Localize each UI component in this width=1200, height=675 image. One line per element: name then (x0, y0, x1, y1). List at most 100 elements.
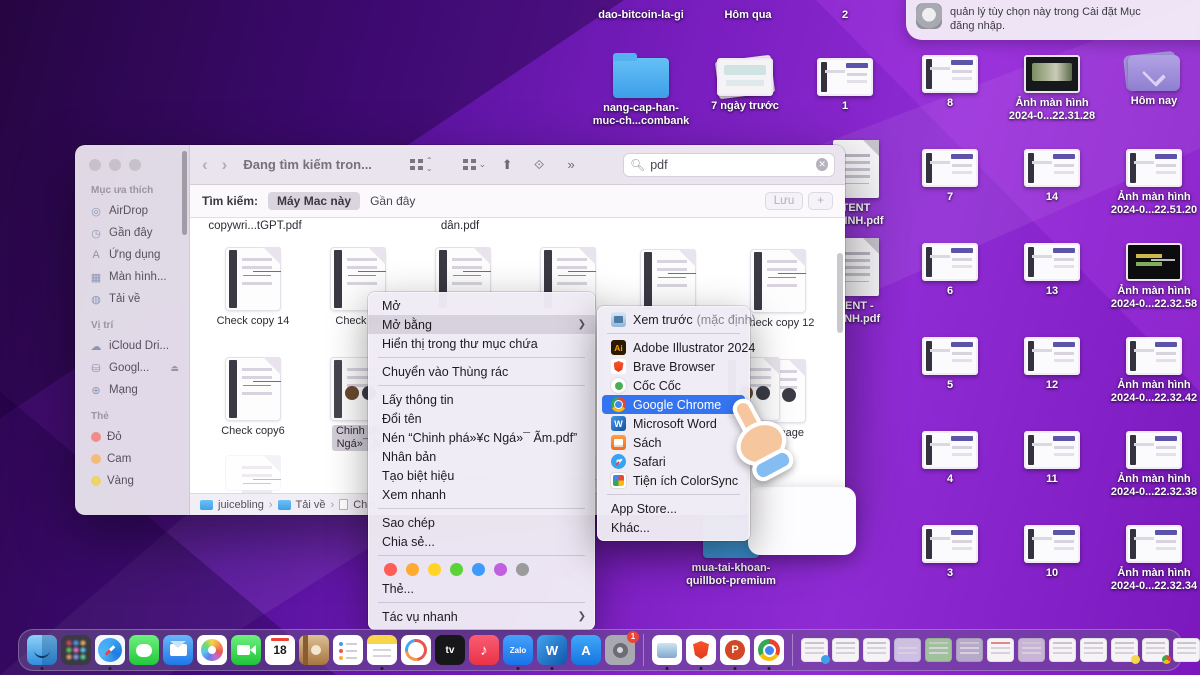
desktop-icon-file-10[interactable]: 10 (996, 525, 1108, 580)
tag-icon[interactable]: ⟐ (528, 157, 550, 173)
forward-icon[interactable]: › (220, 155, 230, 175)
dock-minimized-window[interactable] (1111, 638, 1138, 662)
dock-app-zalo[interactable]: Zalo (503, 635, 533, 665)
tag-dot[interactable] (516, 563, 529, 576)
dock-app-fitness[interactable] (401, 635, 431, 665)
desktop-icon-anh-22-31-28[interactable]: Ảnh màn hình 2024-0...22.31.28 (996, 55, 1108, 123)
search-field[interactable]: 🔍︎ ✕ (623, 153, 835, 177)
file-item[interactable] (618, 250, 718, 312)
dock-app-calendar[interactable]: 18 (265, 635, 295, 665)
view-mode-control[interactable]: ⌃⌄ (410, 157, 433, 173)
dock-app-finder[interactable] (27, 635, 57, 665)
sidebar-item-cloud[interactable]: ☁iCloud Dri... (89, 335, 189, 357)
context-menu-item[interactable]: Sao chép (368, 513, 595, 532)
desktop-icon-file-6[interactable]: 6 (894, 243, 1006, 298)
desktop-icon-file-7[interactable]: 7 (894, 149, 1006, 204)
more-toolbar-icon[interactable]: » (560, 157, 582, 172)
sidebar-item-airdrop[interactable]: ◎AirDrop (89, 200, 189, 222)
dock-app-word[interactable]: W (537, 635, 567, 665)
dock-minimized-window[interactable] (925, 638, 952, 662)
zoom-button[interactable] (129, 159, 141, 171)
dock-app-powerpoint[interactable]: P (720, 635, 750, 665)
desktop-icon-file-8[interactable]: 8 (894, 55, 1006, 110)
notification-banner[interactable]: quản lý tùy chọn này trong Cài đặt Mục đ… (906, 0, 1200, 40)
sidebar-item-download[interactable]: ◍Tải về (89, 288, 189, 310)
desktop-icon-nang-cap-folder[interactable]: nang-cap-han- muc-ch...combank (585, 58, 697, 128)
desktop-icon-anh-22-32-42[interactable]: Ảnh màn hình 2024-0...22.32.42 (1098, 337, 1200, 405)
sidebar-scrollbar[interactable] (182, 151, 187, 235)
dock-minimized-window[interactable] (1080, 638, 1107, 662)
dock-app-appletv[interactable]: tv (435, 635, 465, 665)
dock-app-notes[interactable] (367, 635, 397, 665)
window-scrollbar[interactable] (837, 253, 843, 333)
context-menu-item[interactable]: Chuyển vào Thùng rác (368, 362, 595, 381)
sidebar-item-tag-yellow[interactable]: Vàng (89, 470, 189, 492)
dock-minimized-window[interactable] (1173, 638, 1200, 662)
dock-minimized-window[interactable] (1018, 638, 1045, 662)
dock-minimized-window[interactable] (894, 638, 921, 662)
open-with-item[interactable]: Xem trước(mặc định) (597, 310, 750, 329)
tag-dot[interactable] (494, 563, 507, 576)
desktop-icon-file-1[interactable]: 1 (789, 58, 901, 113)
sidebar-item-clock[interactable]: ◷Gần đây (89, 222, 189, 244)
share-icon[interactable]: ⬆ (496, 157, 518, 173)
group-by-control[interactable]: ⌄ (463, 159, 487, 170)
context-menu-item[interactable]: Chia sẻ... (368, 532, 595, 551)
desktop-icon-file-3[interactable]: 3 (894, 525, 1006, 580)
sidebar-item-tag-red[interactable]: Đỏ (89, 426, 189, 448)
desktop-icon-file-14[interactable]: 14 (996, 149, 1108, 204)
desktop-icon-file-13[interactable]: 13 (996, 243, 1108, 298)
context-menu-item[interactable]: Hiển thị trong thư mục chứa (368, 334, 595, 353)
desktop-icon-anh-22-32-58[interactable]: Ảnh màn hình 2024-0...22.32.58 (1098, 243, 1200, 311)
sidebar-item-tag-orange[interactable]: Cam (89, 448, 189, 470)
dock-minimized-window[interactable] (832, 638, 859, 662)
tag-dot[interactable] (384, 563, 397, 576)
context-menu-item[interactable]: Mở bằng❯ (368, 315, 595, 334)
dock-minimized-window[interactable] (1142, 638, 1169, 662)
open-with-item[interactable]: Brave Browser (597, 357, 750, 376)
dock-app-photos[interactable] (197, 635, 227, 665)
sidebar-item-globe[interactable]: ⊕Mạng (89, 379, 189, 401)
dock-app-facetime[interactable] (231, 635, 261, 665)
file-item[interactable]: Check copy6 (203, 358, 303, 438)
back-icon[interactable]: ‹ (200, 155, 210, 175)
file-item[interactable]: Check copy 14 (203, 248, 303, 328)
dock-minimized-window[interactable] (956, 638, 983, 662)
context-menu-item[interactable]: Thẻ... (368, 579, 595, 598)
tag-dot[interactable] (472, 563, 485, 576)
dock-app-preview[interactable] (652, 635, 682, 665)
desktop-icon-anh-22-32-38[interactable]: Ảnh màn hình 2024-0...22.32.38 (1098, 431, 1200, 499)
open-with-item[interactable]: Khác... (597, 518, 750, 537)
tag-dot[interactable] (406, 563, 419, 576)
tag-dot[interactable] (428, 563, 441, 576)
context-menu-item[interactable]: Xem nhanh (368, 485, 595, 504)
context-menu-item[interactable]: Lấy thông tin (368, 390, 595, 409)
sidebar-item-drive[interactable]: ⛁Googl...⏏ (89, 357, 189, 379)
context-menu-item[interactable]: Đổi tên (368, 409, 595, 428)
desktop-icon-file-5[interactable]: 5 (894, 337, 1006, 392)
dock-app-contacts[interactable] (299, 635, 329, 665)
path-item[interactable]: Tải về (296, 499, 326, 511)
open-with-item[interactable]: AiAdobe Illustrator 2024 (597, 338, 750, 357)
scope-this-mac[interactable]: Máy Mac này (268, 192, 360, 210)
save-search-button[interactable]: Lưu (765, 192, 804, 210)
dock-minimized-window[interactable] (987, 638, 1014, 662)
add-scope-button[interactable]: + (808, 192, 833, 210)
dock-app-settings[interactable]: 1 (605, 635, 635, 665)
file-item[interactable] (203, 456, 303, 490)
clear-search-icon[interactable]: ✕ (816, 158, 828, 171)
desktop-icon-hom-nay-stack[interactable]: Hôm nay (1098, 55, 1200, 108)
dock-app-appstore[interactable]: A (571, 635, 601, 665)
desktop-icon-7-ngay-truoc[interactable]: 7 ngày trước (689, 58, 801, 113)
desktop-icon-file-2[interactable]: 2 (789, 5, 901, 22)
close-button[interactable] (89, 159, 101, 171)
dock-app-brave[interactable] (686, 635, 716, 665)
scope-recent[interactable]: Gần đây (370, 194, 415, 208)
desktop-icon-file-11[interactable]: 11 (996, 431, 1108, 486)
dock-minimized-window[interactable] (863, 638, 890, 662)
desktop-icon-dao-bitcoin[interactable]: dao-bitcoin-la-gi (585, 5, 697, 22)
dock-app-messages[interactable] (129, 635, 159, 665)
tag-dot[interactable] (450, 563, 463, 576)
context-menu-item[interactable]: Nén “Chinh phá»¥c Ngá»¯ Ãm.pdf” (368, 428, 595, 447)
context-menu-item[interactable]: Mở (368, 296, 595, 315)
